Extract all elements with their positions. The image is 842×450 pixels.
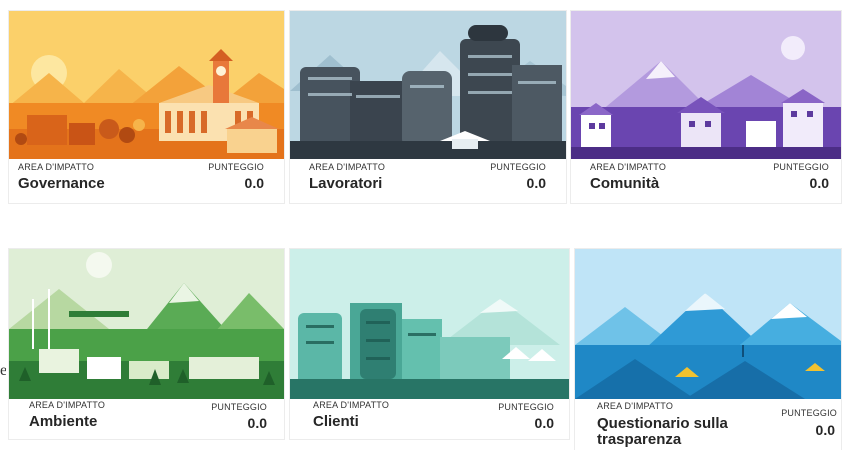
- area-label: AREA D'IMPATTO: [597, 401, 674, 411]
- card-title: Questionario sulla trasparenza: [597, 415, 728, 448]
- area-label: AREA D'IMPATTO: [313, 400, 390, 410]
- card-title: Governance: [18, 175, 105, 192]
- score-value: 0.0: [247, 415, 267, 431]
- area-label: AREA D'IMPATTO: [18, 162, 95, 172]
- area-label: AREA D'IMPATTO: [309, 162, 386, 172]
- score-value: 0.0: [244, 175, 264, 191]
- lavoratori-illustration: [290, 11, 566, 159]
- card-lavoratori[interactable]: AREA D'IMPATTO Lavoratori PUNTEGGIO 0.0: [290, 11, 566, 203]
- card-clienti[interactable]: AREA D'IMPATTO Clienti PUNTEGGIO 0.0: [290, 249, 569, 439]
- score-label: PUNTEGGIO: [498, 402, 554, 412]
- card-governance[interactable]: AREA D'IMPATTO Governance PUNTEGGIO 0.0: [9, 11, 284, 203]
- score-label: PUNTEGGIO: [773, 162, 829, 172]
- trasparenza-illustration: [575, 249, 841, 399]
- stray-text-fragment: e: [0, 362, 6, 379]
- card-trasparenza[interactable]: AREA D'IMPATTO Questionario sulla traspa…: [575, 249, 841, 450]
- comunita-illustration: [571, 11, 841, 159]
- area-label: AREA D'IMPATTO: [29, 400, 106, 410]
- card-ambiente[interactable]: AREA D'IMPATTO Ambiente PUNTEGGIO 0.0: [9, 249, 284, 439]
- score-value: 0.0: [534, 415, 554, 431]
- score-label: PUNTEGGIO: [208, 162, 264, 172]
- ambiente-illustration: [9, 249, 284, 399]
- card-comunita[interactable]: AREA D'IMPATTO Comunità PUNTEGGIO 0.0: [571, 11, 841, 203]
- score-value: 0.0: [526, 175, 546, 191]
- score-label: PUNTEGGIO: [781, 408, 837, 418]
- score-label: PUNTEGGIO: [211, 402, 267, 412]
- card-title: Ambiente: [29, 413, 98, 430]
- score-value: 0.0: [809, 175, 829, 191]
- clienti-illustration: [290, 249, 569, 399]
- area-label: AREA D'IMPATTO: [590, 162, 667, 172]
- card-title: Lavoratori: [309, 175, 383, 192]
- score-label: PUNTEGGIO: [490, 162, 546, 172]
- card-title: Comunità: [590, 175, 660, 192]
- governance-illustration: [9, 11, 284, 159]
- score-value: 0.0: [815, 422, 835, 438]
- card-title: Clienti: [313, 413, 359, 430]
